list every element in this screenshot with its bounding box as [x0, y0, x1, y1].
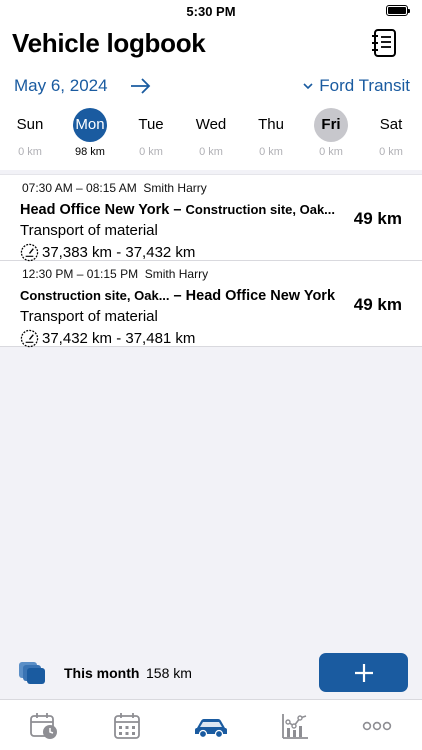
day-km: 0 km [259, 146, 283, 158]
day-km: 98 km [75, 146, 105, 158]
trip-to: Head Office New York [185, 288, 336, 304]
day-km: 0 km [319, 146, 343, 158]
notebook-icon[interactable] [370, 28, 398, 58]
vehicle-name: Ford Transit [319, 76, 410, 95]
trip-from: Head Office New York [20, 202, 170, 218]
trip-purpose: Transport of material [20, 222, 158, 239]
cards-stack-icon[interactable] [18, 660, 46, 686]
summary-label: This month [64, 665, 140, 681]
monthly-summary: This month 158 km [0, 650, 422, 696]
day-tue[interactable]: Tue 0 km [121, 108, 181, 166]
trip-driver: Smith Harry [143, 181, 207, 195]
trip-driver: Smith Harry [144, 267, 209, 281]
day-sat[interactable]: Sat 0 km [361, 108, 421, 166]
more-icon[interactable] [362, 712, 392, 740]
tab-bar [0, 699, 422, 750]
trip-distance: 49 km [353, 209, 402, 228]
day-thu[interactable]: Thu 0 km [241, 108, 301, 166]
calendar-clock-icon[interactable] [29, 712, 59, 740]
add-trip-button[interactable] [319, 653, 408, 692]
arrow-right-icon[interactable] [130, 78, 152, 94]
day-name: Mon [73, 108, 107, 142]
vehicle-select[interactable]: Ford Transit [303, 76, 410, 96]
trip-time: 07:30 AM – 08:15 AM Smith Harry [22, 181, 207, 195]
day-km: 0 km [139, 146, 163, 158]
trip-row[interactable]: 07:30 AM – 08:15 AM Smith Harry Head Off… [0, 175, 422, 262]
trip-list: 07:30 AM – 08:15 AM Smith Harry Head Off… [0, 174, 422, 348]
gauge-icon [20, 329, 39, 348]
trip-to: Construction site, Oak... [185, 202, 336, 217]
date-nav: May 6, 2024 Ford Transit [0, 74, 422, 100]
chart-icon[interactable] [280, 712, 310, 740]
trip-route: Head Office New York – Construction site… [20, 202, 336, 218]
trip-from: Construction site, Oak... [20, 288, 170, 303]
gauge-icon [20, 243, 39, 262]
day-sun[interactable]: Sun 0 km [0, 108, 60, 166]
chevron-down-icon [303, 82, 313, 89]
page-title: Vehicle logbook [12, 28, 206, 58]
week-strip: Sun 0 km Mon 98 km Tue 0 km Wed 0 km Thu… [0, 108, 422, 166]
day-name: Fri [314, 108, 348, 142]
trip-route: Construction site, Oak... – Head Office … [20, 288, 336, 304]
header: Vehicle logbook May 6, 2024 Ford Transit… [0, 24, 422, 170]
trip-odometer: 37,432 km - 37,481 km [20, 329, 195, 348]
status-bar: 5:30 PM [0, 0, 422, 24]
day-name: Sun [16, 116, 44, 133]
trip-purpose: Transport of material [20, 308, 158, 325]
day-km: 0 km [199, 146, 223, 158]
calendar-icon[interactable] [112, 712, 142, 740]
trip-odometer: 37,383 km - 37,432 km [20, 243, 195, 262]
day-km: 0 km [379, 146, 403, 158]
date-picker[interactable]: May 6, 2024 [14, 76, 108, 96]
status-time: 5:30 PM [186, 4, 236, 19]
day-km: 0 km [18, 146, 42, 158]
trip-row[interactable]: 12:30 PM – 01:15 PM Smith Harry Construc… [0, 261, 422, 348]
day-mon[interactable]: Mon 98 km [60, 108, 120, 166]
summary-value: 158 km [146, 665, 192, 681]
trip-distance: 49 km [353, 295, 402, 314]
day-name: Wed [195, 116, 227, 133]
day-name: Sat [379, 116, 403, 133]
day-name: Tue [138, 116, 164, 133]
battery-icon [386, 5, 410, 16]
day-name: Thu [258, 116, 284, 133]
plus-icon [354, 663, 373, 682]
day-fri[interactable]: Fri 0 km [301, 108, 361, 166]
car-icon[interactable] [194, 712, 228, 740]
trip-time: 12:30 PM – 01:15 PM Smith Harry [22, 267, 209, 281]
day-wed[interactable]: Wed 0 km [181, 108, 241, 166]
